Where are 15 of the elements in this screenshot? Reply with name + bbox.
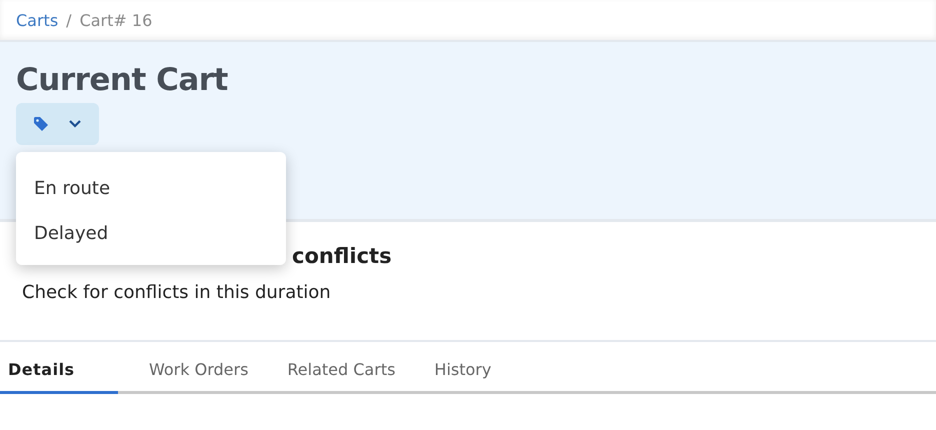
chevron-down-icon	[68, 119, 82, 129]
breadcrumb-link[interactable]: Carts	[16, 10, 58, 30]
menu-item[interactable]: En route	[16, 160, 286, 211]
breadcrumb-separator: /	[66, 10, 72, 30]
breadcrumb-current: Cart# 16	[80, 10, 152, 30]
tab[interactable]: Details	[0, 342, 118, 394]
tab[interactable]: Related Carts	[279, 342, 404, 394]
tag-dropdown-button[interactable]	[16, 103, 99, 145]
section-description: Check for conflicts in this duration	[22, 282, 332, 303]
section-heading: conflicts	[291, 244, 393, 270]
page-title: Current Cart	[16, 61, 229, 100]
tab[interactable]: Work Orders	[141, 342, 256, 394]
menu-item[interactable]: Delayed	[16, 211, 286, 257]
tag-icon	[33, 116, 50, 132]
tab[interactable]: History	[426, 342, 500, 394]
